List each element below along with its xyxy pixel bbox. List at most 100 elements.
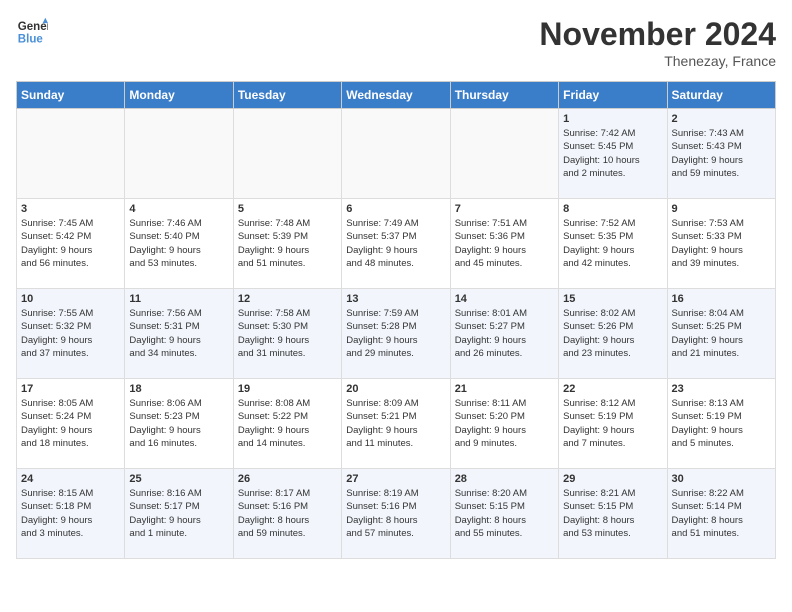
month-title: November 2024 <box>539 16 776 53</box>
day-number: 27 <box>346 473 445 485</box>
cell-info: Sunrise: 8:22 AM Sunset: 5:14 PM Dayligh… <box>672 487 771 540</box>
cell-info: Sunrise: 7:43 AM Sunset: 5:43 PM Dayligh… <box>672 127 771 180</box>
page-header: General Blue November 2024 Thenezay, Fra… <box>16 16 776 69</box>
day-number: 11 <box>129 293 228 305</box>
calendar-cell: 17 Sunrise: 8:05 AM Sunset: 5:24 PM Dayli… <box>17 379 125 469</box>
cell-info: Sunrise: 8:09 AM Sunset: 5:21 PM Dayligh… <box>346 397 445 450</box>
cell-info: Sunrise: 8:12 AM Sunset: 5:19 PM Dayligh… <box>563 397 662 450</box>
col-header-thursday: Thursday <box>450 82 558 109</box>
calendar-cell: 18 Sunrise: 8:06 AM Sunset: 5:23 PM Dayli… <box>125 379 233 469</box>
location-subtitle: Thenezay, France <box>539 53 776 69</box>
calendar-week-row: 1Sunrise: 7:42 AM Sunset: 5:45 PM Daylig… <box>17 109 776 199</box>
day-number: 16 <box>672 293 771 305</box>
calendar-body: 1Sunrise: 7:42 AM Sunset: 5:45 PM Daylig… <box>17 109 776 559</box>
calendar-cell: 15 Sunrise: 8:02 AM Sunset: 5:26 PM Dayli… <box>559 289 667 379</box>
cell-info: Sunrise: 7:52 AM Sunset: 5:35 PM Dayligh… <box>563 217 662 270</box>
calendar-cell: 29 Sunrise: 8:21 AM Sunset: 5:15 PM Dayli… <box>559 469 667 559</box>
cell-info: Sunrise: 8:13 AM Sunset: 5:19 PM Dayligh… <box>672 397 771 450</box>
day-number: 6 <box>346 203 445 215</box>
title-block: November 2024 Thenezay, France <box>539 16 776 69</box>
cell-info: Sunrise: 8:21 AM Sunset: 5:15 PM Dayligh… <box>563 487 662 540</box>
calendar-table: SundayMondayTuesdayWednesdayThursdayFrid… <box>16 81 776 559</box>
cell-info: Sunrise: 8:19 AM Sunset: 5:16 PM Dayligh… <box>346 487 445 540</box>
cell-info: Sunrise: 7:56 AM Sunset: 5:31 PM Dayligh… <box>129 307 228 360</box>
col-header-sunday: Sunday <box>17 82 125 109</box>
calendar-cell: 5Sunrise: 7:48 AM Sunset: 5:39 PM Daylig… <box>233 199 341 289</box>
day-number: 12 <box>238 293 337 305</box>
calendar-header-row: SundayMondayTuesdayWednesdayThursdayFrid… <box>17 82 776 109</box>
day-number: 28 <box>455 473 554 485</box>
cell-info: Sunrise: 7:51 AM Sunset: 5:36 PM Dayligh… <box>455 217 554 270</box>
calendar-cell: 7 Sunrise: 7:51 AM Sunset: 5:36 PM Daylig… <box>450 199 558 289</box>
calendar-cell: 20 Sunrise: 8:09 AM Sunset: 5:21 PM Dayli… <box>342 379 450 469</box>
calendar-cell: 19 Sunrise: 8:08 AM Sunset: 5:22 PM Dayli… <box>233 379 341 469</box>
cell-info: Sunrise: 7:58 AM Sunset: 5:30 PM Dayligh… <box>238 307 337 360</box>
cell-info: Sunrise: 8:02 AM Sunset: 5:26 PM Dayligh… <box>563 307 662 360</box>
calendar-cell: 6 Sunrise: 7:49 AM Sunset: 5:37 PM Daylig… <box>342 199 450 289</box>
calendar-week-row: 17 Sunrise: 8:05 AM Sunset: 5:24 PM Dayli… <box>17 379 776 469</box>
cell-info: Sunrise: 8:15 AM Sunset: 5:18 PM Dayligh… <box>21 487 120 540</box>
day-number: 1 <box>563 113 662 125</box>
cell-info: Sunrise: 7:46 AM Sunset: 5:40 PM Dayligh… <box>129 217 228 270</box>
day-number: 14 <box>455 293 554 305</box>
cell-info: Sunrise: 7:49 AM Sunset: 5:37 PM Dayligh… <box>346 217 445 270</box>
calendar-cell: 24 Sunrise: 8:15 AM Sunset: 5:18 PM Dayli… <box>17 469 125 559</box>
cell-info: Sunrise: 7:48 AM Sunset: 5:39 PM Dayligh… <box>238 217 337 270</box>
calendar-cell: 23 Sunrise: 8:13 AM Sunset: 5:19 PM Dayli… <box>667 379 775 469</box>
calendar-cell <box>17 109 125 199</box>
day-number: 30 <box>672 473 771 485</box>
day-number: 8 <box>563 203 662 215</box>
day-number: 25 <box>129 473 228 485</box>
day-number: 26 <box>238 473 337 485</box>
day-number: 24 <box>21 473 120 485</box>
calendar-cell: 1Sunrise: 7:42 AM Sunset: 5:45 PM Daylig… <box>559 109 667 199</box>
day-number: 18 <box>129 383 228 395</box>
col-header-saturday: Saturday <box>667 82 775 109</box>
day-number: 29 <box>563 473 662 485</box>
cell-info: Sunrise: 7:53 AM Sunset: 5:33 PM Dayligh… <box>672 217 771 270</box>
day-number: 21 <box>455 383 554 395</box>
cell-info: Sunrise: 8:17 AM Sunset: 5:16 PM Dayligh… <box>238 487 337 540</box>
calendar-week-row: 10Sunrise: 7:55 AM Sunset: 5:32 PM Dayli… <box>17 289 776 379</box>
day-number: 20 <box>346 383 445 395</box>
col-header-tuesday: Tuesday <box>233 82 341 109</box>
col-header-monday: Monday <box>125 82 233 109</box>
cell-info: Sunrise: 7:55 AM Sunset: 5:32 PM Dayligh… <box>21 307 120 360</box>
calendar-cell: 11 Sunrise: 7:56 AM Sunset: 5:31 PM Dayli… <box>125 289 233 379</box>
calendar-cell: 14 Sunrise: 8:01 AM Sunset: 5:27 PM Dayli… <box>450 289 558 379</box>
day-number: 22 <box>563 383 662 395</box>
logo: General Blue <box>16 16 48 48</box>
day-number: 7 <box>455 203 554 215</box>
day-number: 15 <box>563 293 662 305</box>
calendar-cell: 9 Sunrise: 7:53 AM Sunset: 5:33 PM Daylig… <box>667 199 775 289</box>
day-number: 19 <box>238 383 337 395</box>
col-header-friday: Friday <box>559 82 667 109</box>
calendar-cell: 13 Sunrise: 7:59 AM Sunset: 5:28 PM Dayli… <box>342 289 450 379</box>
calendar-week-row: 3 Sunrise: 7:45 AM Sunset: 5:42 PM Daylig… <box>17 199 776 289</box>
calendar-cell: 12 Sunrise: 7:58 AM Sunset: 5:30 PM Dayli… <box>233 289 341 379</box>
day-number: 3 <box>21 203 120 215</box>
logo-icon: General Blue <box>16 16 48 48</box>
cell-info: Sunrise: 8:06 AM Sunset: 5:23 PM Dayligh… <box>129 397 228 450</box>
day-number: 9 <box>672 203 771 215</box>
cell-info: Sunrise: 8:05 AM Sunset: 5:24 PM Dayligh… <box>21 397 120 450</box>
day-number: 2 <box>672 113 771 125</box>
cell-info: Sunrise: 8:01 AM Sunset: 5:27 PM Dayligh… <box>455 307 554 360</box>
calendar-cell: 22 Sunrise: 8:12 AM Sunset: 5:19 PM Dayli… <box>559 379 667 469</box>
calendar-cell: 10Sunrise: 7:55 AM Sunset: 5:32 PM Dayli… <box>17 289 125 379</box>
cell-info: Sunrise: 7:45 AM Sunset: 5:42 PM Dayligh… <box>21 217 120 270</box>
calendar-cell <box>125 109 233 199</box>
cell-info: Sunrise: 8:08 AM Sunset: 5:22 PM Dayligh… <box>238 397 337 450</box>
col-header-wednesday: Wednesday <box>342 82 450 109</box>
calendar-cell <box>342 109 450 199</box>
day-number: 23 <box>672 383 771 395</box>
day-number: 4 <box>129 203 228 215</box>
calendar-cell: 28Sunrise: 8:20 AM Sunset: 5:15 PM Dayli… <box>450 469 558 559</box>
cell-info: Sunrise: 7:59 AM Sunset: 5:28 PM Dayligh… <box>346 307 445 360</box>
calendar-week-row: 24 Sunrise: 8:15 AM Sunset: 5:18 PM Dayli… <box>17 469 776 559</box>
cell-info: Sunrise: 8:11 AM Sunset: 5:20 PM Dayligh… <box>455 397 554 450</box>
day-number: 13 <box>346 293 445 305</box>
calendar-cell <box>233 109 341 199</box>
calendar-cell: 2 Sunrise: 7:43 AM Sunset: 5:43 PM Daylig… <box>667 109 775 199</box>
day-number: 17 <box>21 383 120 395</box>
